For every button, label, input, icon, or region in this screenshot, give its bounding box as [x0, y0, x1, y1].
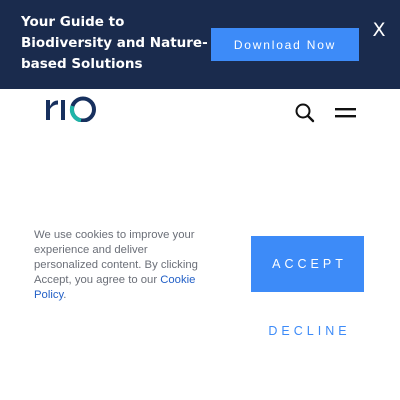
hamburger-menu-icon[interactable] — [335, 104, 357, 122]
decline-button[interactable]: DECLINE — [251, 320, 364, 342]
rio-logo[interactable] — [46, 94, 98, 123]
search-icon[interactable] — [294, 102, 316, 124]
download-now-button[interactable]: Download Now — [211, 28, 359, 61]
promo-banner: Your Guide to Biodiversity and Nature-ba… — [0, 0, 400, 89]
accept-button[interactable]: ACCEPT — [251, 236, 364, 292]
promo-text: Your Guide to Biodiversity and Nature-ba… — [21, 14, 208, 72]
rio-logo-mark — [46, 96, 96, 123]
cookie-message: We use cookies to improve your experienc… — [34, 228, 214, 303]
close-icon[interactable]: X — [370, 20, 388, 40]
cookie-message-end: . — [63, 289, 67, 301]
